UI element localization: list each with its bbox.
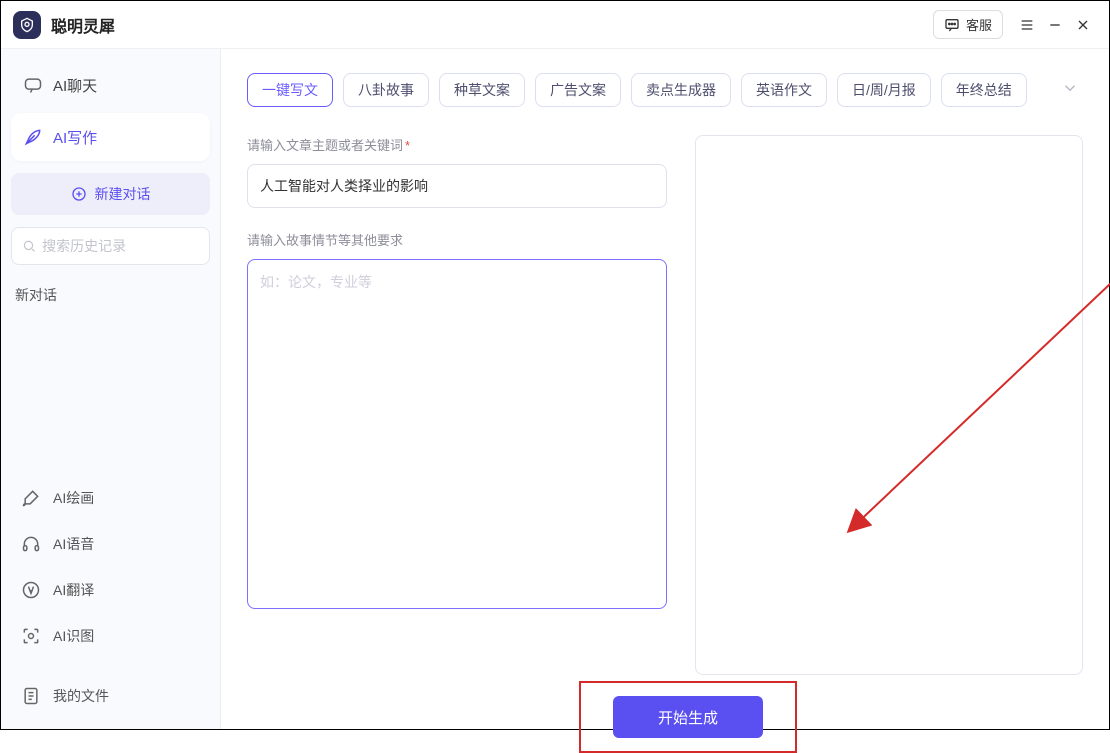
chip-gossip[interactable]: 八卦故事: [343, 73, 429, 107]
topic-input[interactable]: [247, 164, 667, 208]
chip-oneclick[interactable]: 一键写文: [247, 73, 333, 107]
annotation-box: 开始生成: [579, 681, 797, 753]
sidebar-item-label: AI写作: [53, 127, 97, 148]
close-button[interactable]: [1069, 11, 1097, 39]
translate-icon: [21, 580, 41, 600]
file-icon: [21, 686, 41, 706]
chevron-down-icon: [1061, 79, 1079, 97]
sidebar-tool-label: AI翻译: [53, 580, 94, 600]
chip-seeding[interactable]: 种草文案: [439, 73, 525, 107]
sidebar-tool-translate[interactable]: AI翻译: [11, 567, 210, 613]
new-chat-label: 新建对话: [95, 184, 151, 204]
customer-service-button[interactable]: 客服: [933, 10, 1003, 39]
app-title: 聪明灵犀: [51, 13, 115, 37]
sidebar-item-writing[interactable]: AI写作: [11, 113, 210, 161]
template-chips: 一键写文 八卦故事 种草文案 广告文案 卖点生成器 英语作文 日/周/月报 年终…: [247, 73, 1083, 107]
topic-label: 请输入文章主题或者关键词*: [247, 135, 667, 154]
search-history[interactable]: [11, 227, 210, 265]
customer-service-label: 客服: [966, 15, 992, 34]
chip-english[interactable]: 英语作文: [741, 73, 827, 107]
sidebar-tool-image[interactable]: AI识图: [11, 613, 210, 659]
search-input[interactable]: [42, 238, 199, 254]
sidebar-tool-draw[interactable]: AI绘画: [11, 475, 210, 521]
sidebar-tool-label: AI识图: [53, 626, 94, 646]
close-icon: [1075, 17, 1091, 33]
chip-yearend[interactable]: 年终总结: [941, 73, 1027, 107]
main-area: 一键写文 八卦故事 种草文案 广告文案 卖点生成器 英语作文 日/周/月报 年终…: [221, 49, 1109, 729]
hamburger-icon: [1019, 17, 1035, 33]
sidebar: AI聊天 AI写作 新建对话 新对话 AI绘画 AI语音 AI翻译: [1, 49, 221, 729]
sidebar-tool-label: 我的文件: [53, 686, 109, 706]
sidebar-item-chat[interactable]: AI聊天: [11, 61, 210, 109]
history-item-title: 新对话: [15, 287, 57, 303]
plus-circle-icon: [71, 186, 87, 202]
headphone-icon: [21, 534, 41, 554]
generate-button[interactable]: 开始生成: [613, 696, 763, 738]
sidebar-tool-label: AI绘画: [53, 488, 94, 508]
feather-icon: [23, 127, 43, 147]
chip-report[interactable]: 日/周/月报: [837, 73, 931, 107]
chip-sellingpoint[interactable]: 卖点生成器: [631, 73, 731, 107]
brush-icon: [21, 488, 41, 508]
menu-button[interactable]: [1013, 11, 1041, 39]
app-logo-icon: [13, 11, 41, 39]
minimize-icon: [1047, 17, 1063, 33]
new-chat-button[interactable]: 新建对话: [11, 173, 210, 215]
sidebar-tool-label: AI语音: [53, 534, 94, 554]
sidebar-item-label: AI聊天: [53, 75, 97, 96]
history-item[interactable]: 新对话: [11, 277, 210, 313]
chat-bubble-icon: [944, 17, 960, 33]
chips-expand[interactable]: [1057, 75, 1083, 106]
chat-icon: [23, 75, 43, 95]
sidebar-tool-voice[interactable]: AI语音: [11, 521, 210, 567]
title-bar: 聪明灵犀 客服: [1, 1, 1109, 49]
details-label: 请输入故事情节等其他要求: [247, 230, 667, 249]
chip-ad[interactable]: 广告文案: [535, 73, 621, 107]
sidebar-tool-files[interactable]: 我的文件: [11, 673, 210, 719]
minimize-button[interactable]: [1041, 11, 1069, 39]
image-scan-icon: [21, 626, 41, 646]
output-panel: [695, 135, 1083, 675]
details-textarea[interactable]: [247, 259, 667, 609]
search-icon: [22, 238, 36, 254]
